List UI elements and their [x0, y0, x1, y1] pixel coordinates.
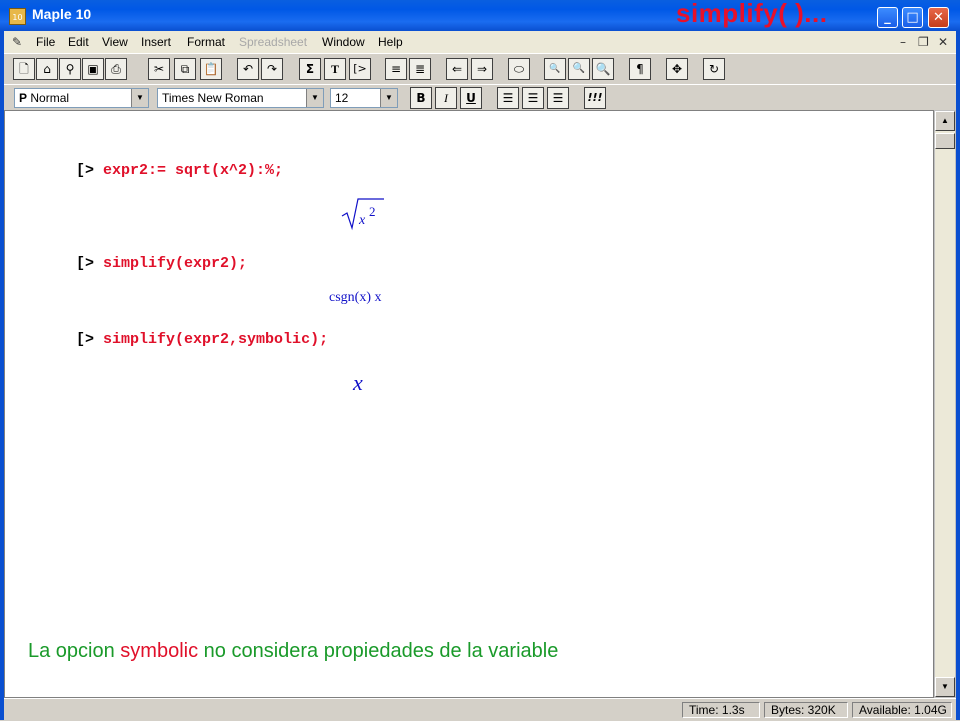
- status-bar: Time: 1.3s Bytes: 320K Available: 1.04G: [4, 698, 956, 721]
- menu-edit[interactable]: Edit: [68, 35, 89, 49]
- redo-icon[interactable]: ↷: [261, 58, 283, 80]
- stop-icon[interactable]: ⬭: [508, 58, 530, 80]
- pilcrow-icon[interactable]: ¶: [629, 58, 651, 80]
- command-line-2[interactable]: [> simplify(expr2);: [76, 255, 247, 272]
- command-output-2: csgn(x) x: [329, 290, 382, 305]
- menu-spreadsheet: Spreadsheet: [239, 35, 308, 49]
- status-bytes: Bytes: 320K: [764, 702, 848, 718]
- sqrt-expression: x 2: [341, 198, 384, 231]
- chevron-down-icon[interactable]: ▼: [306, 89, 323, 107]
- style-select-value: Normal: [30, 91, 70, 105]
- chevron-down-icon[interactable]: ▼: [131, 89, 148, 107]
- menu-format[interactable]: Format: [187, 35, 225, 49]
- zoom-large-icon[interactable]: 🔍: [592, 58, 614, 80]
- title-bar: 10 Maple 10 simplify( )... _ □ ✕: [0, 0, 960, 31]
- menu-insert[interactable]: Insert: [141, 35, 171, 49]
- command-input-3[interactable]: simplify(expr2,symbolic);: [103, 331, 328, 348]
- maximize-button[interactable]: □: [902, 7, 923, 28]
- print-icon[interactable]: ⎙: [105, 58, 127, 80]
- menu-view[interactable]: View: [102, 35, 128, 49]
- sqrt-exponent: 2: [369, 204, 376, 219]
- maple-app-icon[interactable]: 10: [9, 8, 26, 25]
- menu-file[interactable]: File: [36, 35, 55, 49]
- command-line-3[interactable]: [> simplify(expr2,symbolic);: [76, 331, 328, 348]
- prompt-symbol: [>: [76, 331, 95, 348]
- text-icon[interactable]: T: [324, 58, 346, 80]
- command-input-2[interactable]: simplify(expr2);: [103, 255, 247, 272]
- menu-help[interactable]: Help: [378, 35, 403, 49]
- scroll-down-icon[interactable]: ▼: [935, 677, 955, 697]
- main-toolbar: 🗋 ⌂ ⚲ ▣ ⎙ ✂ ⧉ 📋 ↶ ↷ Σ T [> ≡ ≣ ⇐ ⇒ ⬭ 🔍 🔍…: [4, 53, 956, 84]
- paragraph-style-prefix: P: [19, 91, 28, 105]
- sigma-icon[interactable]: Σ: [299, 58, 321, 80]
- font-select-value: Times New Roman: [162, 91, 264, 105]
- menu-bar: ✎ File Edit View Insert Format Spreadshe…: [4, 31, 956, 53]
- mdi-restore-button[interactable]: ❐: [918, 35, 929, 49]
- open-icon[interactable]: ⌂: [36, 58, 58, 80]
- window-title: Maple 10: [32, 6, 92, 22]
- open-url-icon[interactable]: ⚲: [59, 58, 81, 80]
- copy-icon[interactable]: ⧉: [174, 58, 196, 80]
- mdi-close-button[interactable]: ✕: [938, 35, 948, 49]
- command-output-3: x: [353, 370, 363, 395]
- caption-text-start: La opcion: [28, 640, 121, 662]
- caption-highlight: symbolic: [120, 640, 199, 662]
- sqrt-base: x: [358, 213, 366, 228]
- slide-caption: La opcion symbolic no considera propieda…: [28, 640, 558, 663]
- minimize-button[interactable]: _: [877, 7, 898, 28]
- prompt-icon[interactable]: [>: [349, 58, 371, 80]
- command-output-1: x 2: [340, 196, 386, 237]
- size-select[interactable]: 12 ▼: [330, 88, 398, 108]
- save-icon[interactable]: ▣: [82, 58, 104, 80]
- execute-all-button[interactable]: !!!: [584, 87, 606, 109]
- cut-icon[interactable]: ✂: [148, 58, 170, 80]
- italic-button[interactable]: I: [435, 87, 457, 109]
- scrollbar-thumb[interactable]: [935, 133, 955, 149]
- scroll-up-icon[interactable]: ▲: [935, 111, 955, 131]
- slide-title-overlay: simplify( )...: [676, 0, 828, 28]
- vertical-scrollbar[interactable]: ▲ ▼: [934, 110, 956, 698]
- prompt-symbol: [>: [76, 162, 95, 179]
- align-center-icon[interactable]: ☰: [522, 87, 544, 109]
- command-line-1[interactable]: [> expr2:= sqrt(x^2):%;: [76, 162, 283, 179]
- prompt-symbol: [>: [76, 255, 95, 272]
- caption-text-end: no considera propiedades de la variable: [198, 640, 559, 662]
- worksheet-area[interactable]: [4, 110, 934, 698]
- bold-button[interactable]: B: [410, 87, 432, 109]
- forward-icon[interactable]: ⇒: [471, 58, 493, 80]
- insert-after-icon[interactable]: ≣: [409, 58, 431, 80]
- undo-icon[interactable]: ↶: [237, 58, 259, 80]
- menu-window[interactable]: Window: [322, 35, 365, 49]
- zoom-medium-icon[interactable]: 🔍: [568, 58, 590, 80]
- status-available: Available: 1.04G: [852, 702, 952, 718]
- font-select[interactable]: Times New Roman ▼: [157, 88, 324, 108]
- restart-icon[interactable]: ↻: [703, 58, 725, 80]
- align-right-icon[interactable]: ☰: [547, 87, 569, 109]
- back-icon[interactable]: ⇐: [446, 58, 468, 80]
- window-frame-right: [956, 31, 960, 720]
- new-document-icon[interactable]: 🗋: [13, 58, 35, 80]
- command-input-1[interactable]: expr2:= sqrt(x^2):%;: [103, 162, 283, 179]
- expand-icon[interactable]: ✥: [666, 58, 688, 80]
- zoom-small-icon[interactable]: 🔍: [544, 58, 566, 80]
- status-time: Time: 1.3s: [682, 702, 760, 718]
- paste-icon[interactable]: 📋: [200, 58, 222, 80]
- size-select-value: 12: [335, 91, 349, 105]
- align-left-icon[interactable]: ☰: [497, 87, 519, 109]
- format-toolbar: P Normal ▼ Times New Roman ▼ 12 ▼ B I U …: [4, 84, 956, 111]
- insert-before-icon[interactable]: ≡: [385, 58, 407, 80]
- chevron-down-icon[interactable]: ▼: [380, 89, 397, 107]
- mdi-minimize-button[interactable]: –: [900, 35, 906, 49]
- style-select[interactable]: P Normal ▼: [14, 88, 149, 108]
- underline-button[interactable]: U: [460, 87, 482, 109]
- document-icon[interactable]: ✎: [12, 35, 22, 49]
- close-button[interactable]: ✕: [928, 7, 949, 28]
